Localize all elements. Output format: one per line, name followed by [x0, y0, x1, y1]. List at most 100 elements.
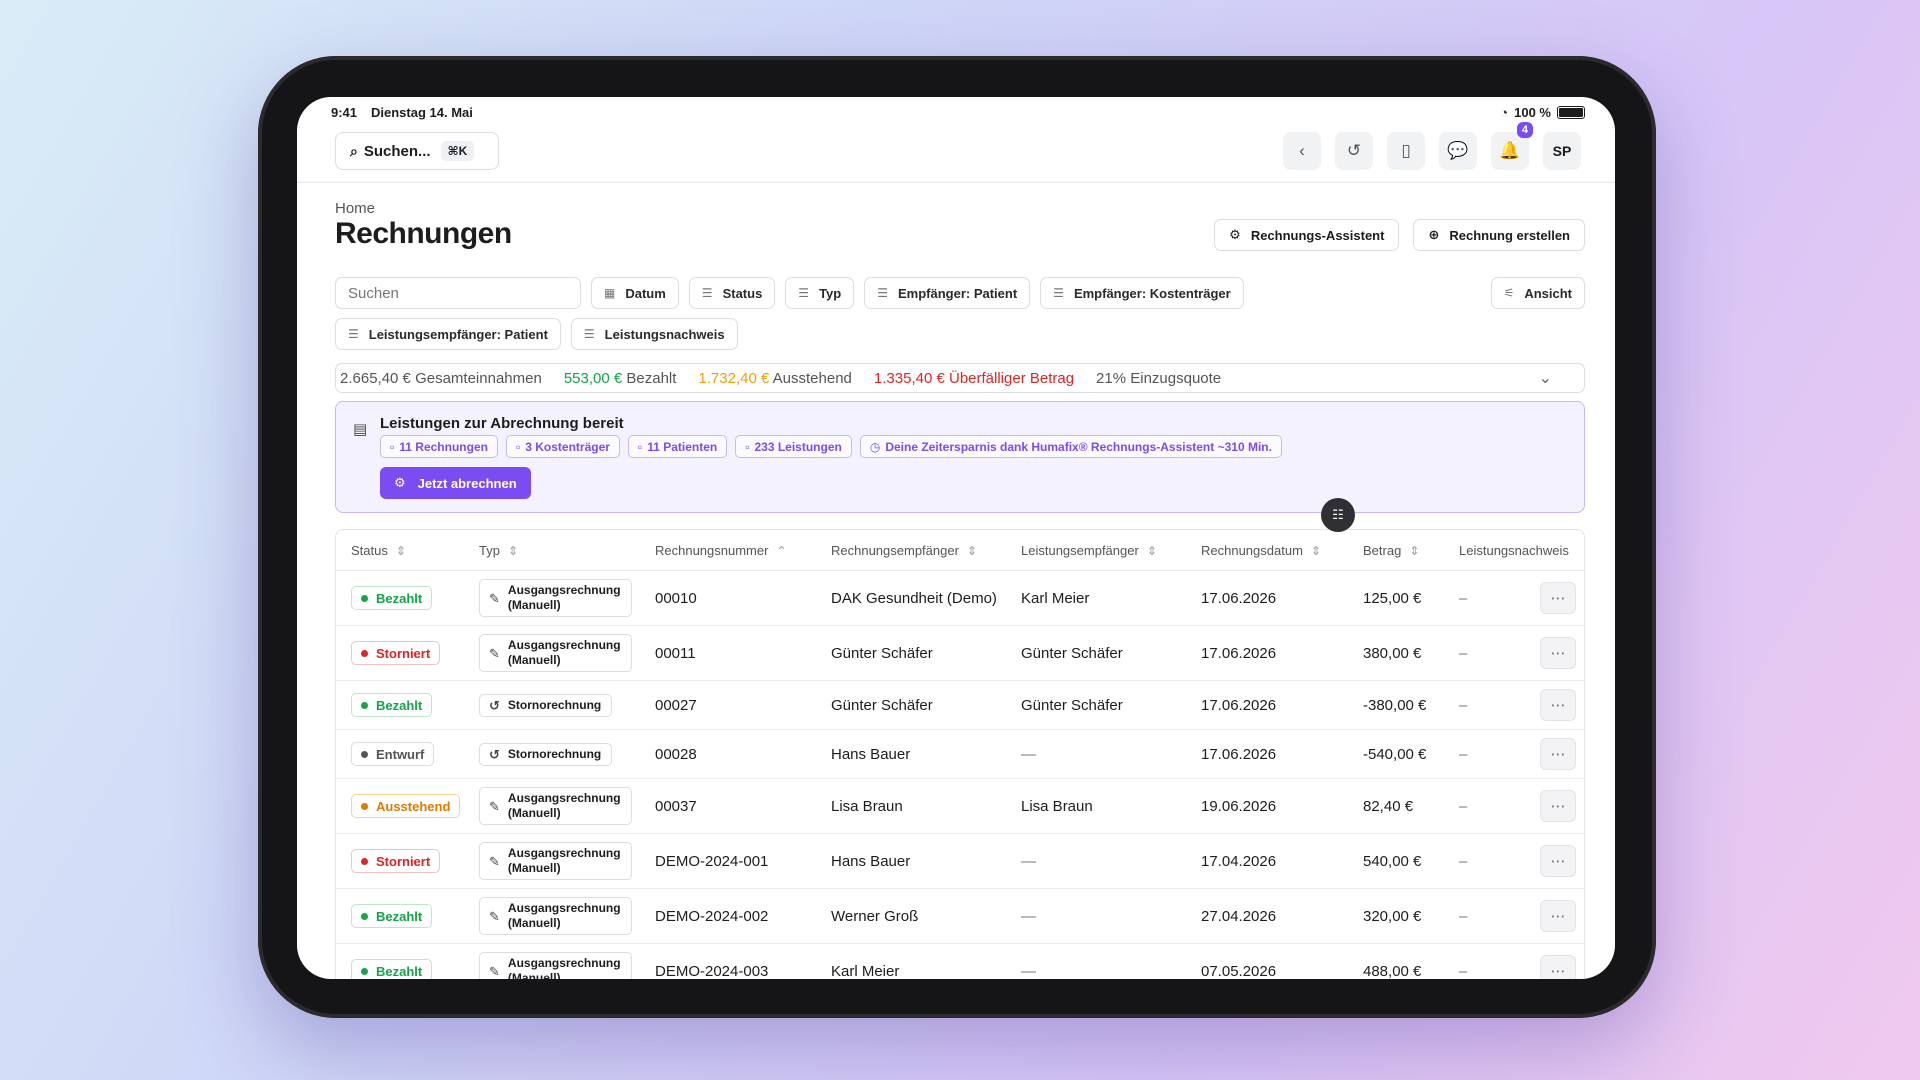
- back-button[interactable]: ‹: [1283, 132, 1321, 170]
- avatar[interactable]: SP: [1543, 132, 1581, 170]
- status-label: Bezahlt: [376, 590, 423, 606]
- type-label-line2: (Manuell): [507, 861, 561, 875]
- more-icon: ⋯: [1550, 590, 1566, 607]
- invoice-assistant-button[interactable]: ⚙ Rechnungs-Assistent: [1214, 219, 1400, 251]
- type-label: Stornorechnung: [508, 747, 601, 762]
- filter-status[interactable]: ☰ Status: [688, 277, 776, 309]
- invoice-date: 17.06.2026: [1201, 589, 1277, 607]
- row-actions-button[interactable]: ⋯: [1540, 845, 1576, 877]
- table-row[interactable]: Bezahlt ↺ Stornorechnung 00027 Günter Schäfe…: [336, 681, 1584, 730]
- filter-proof-of-service[interactable]: ☰ Leistungsnachweis: [570, 318, 738, 350]
- col-service-recipient[interactable]: Leistungsempfänger ⇕: [1006, 543, 1186, 558]
- sort-icon: ⇕: [395, 543, 406, 558]
- col-date-label: Rechnungsdatum: [1201, 542, 1303, 558]
- status-dot: [361, 649, 368, 657]
- paid-amount: 553,00 €: [563, 369, 623, 387]
- wifi-icon: ◔: [1500, 105, 1509, 120]
- tag-time-saved[interactable]: ◷ Deine Zeitersparnis dank Humafix® Rechn…: [859, 435, 1282, 458]
- status-badge: Storniert: [351, 849, 441, 873]
- table-row[interactable]: Storniert ✎ Ausgangsrechnung (Manuell) 00011…: [336, 626, 1584, 681]
- global-search-button[interactable]: ⌕ Suchen... ⌘K: [335, 132, 499, 170]
- filter-recipient-payer[interactable]: ☰ Empfänger: Kostenträger: [1040, 277, 1244, 309]
- status-dot: [361, 857, 368, 865]
- breadcrumb[interactable]: Home: [335, 200, 375, 217]
- row-actions-button[interactable]: ⋯: [1540, 790, 1576, 822]
- tag-payers[interactable]: ▫ 3 Kostenträger: [505, 435, 620, 458]
- type-badge: ✎ Ausgangsrechnung (Manuell): [479, 579, 632, 617]
- table-row[interactable]: Bezahlt ✎ Ausgangsrechnung (Manuell) 00010 DA…: [336, 571, 1584, 626]
- table-row[interactable]: Bezahlt ✎ Ausgangsrechnung (Manuell) DEMO-20…: [336, 889, 1584, 944]
- col-number[interactable]: Rechnungsnummer ⌃: [640, 543, 816, 558]
- service-recipient: —: [1021, 745, 1036, 763]
- col-amount-label: Betrag: [1363, 542, 1402, 558]
- col-status[interactable]: Status ⇕: [336, 543, 464, 558]
- status-dot: [361, 750, 368, 758]
- col-amount[interactable]: Betrag ⇕: [1348, 543, 1444, 558]
- row-actions-button[interactable]: ⋯: [1540, 738, 1576, 770]
- status-cell: Bezahlt: [336, 586, 464, 610]
- clock: 9:41: [331, 105, 358, 120]
- row-actions-button[interactable]: ⋯: [1540, 955, 1576, 979]
- type-label-line1: Ausgangsrechnung: [507, 956, 621, 970]
- col-date[interactable]: Rechnungsdatum ⇕: [1186, 543, 1348, 558]
- billing-ready-title: Leistungen zur Abrechnung bereit: [380, 415, 624, 432]
- filter-recipient-patient[interactable]: ☰ Empfänger: Patient: [864, 277, 1031, 309]
- type-cell: ✎ Ausgangsrechnung (Manuell): [464, 787, 640, 825]
- status-label: Entwurf: [376, 746, 425, 762]
- sort-up-icon: ⌃: [776, 543, 787, 558]
- tag-invoices[interactable]: ▫ 11 Rechnungen: [380, 435, 498, 458]
- robot-icon: ⚙: [394, 475, 406, 490]
- table-row[interactable]: Bezahlt ✎ Ausgangsrechnung (Manuell) DEMO-20…: [336, 944, 1584, 979]
- calendar-icon: ▦: [604, 286, 616, 300]
- invoice-number[interactable]: 00010: [640, 590, 816, 607]
- status-badge: Bezahlt: [351, 959, 433, 979]
- total-revenue: 2.665,40 € Gesamteinnahmen: [340, 369, 542, 387]
- refresh-button[interactable]: ↺: [1335, 132, 1373, 170]
- more-icon: ⋯: [1550, 963, 1566, 979]
- notifications-button[interactable]: 🔔 4: [1491, 122, 1533, 170]
- type-label-line1: Ausgangsrechnung: [507, 583, 621, 597]
- filter-service-recipient[interactable]: ☰ Leistungsempfänger: Patient: [335, 318, 561, 350]
- filter-type[interactable]: ☰ Typ: [785, 277, 855, 309]
- tag-services[interactable]: ▫ 233 Leistungen: [735, 435, 852, 458]
- table-search-input[interactable]: Suchen: [335, 277, 581, 309]
- chat-button[interactable]: 💬: [1439, 132, 1477, 170]
- status-badge: Bezahlt: [351, 693, 433, 717]
- status-badge: Ausstehend: [351, 794, 461, 818]
- bill-now-button[interactable]: ⚙ Jetzt abrechnen: [380, 467, 531, 499]
- bookmark-button[interactable]: ▯: [1387, 132, 1425, 170]
- type-label: Ausgangsrechnung (Manuell): [508, 638, 621, 668]
- invoice-recipient: Werner Groß: [831, 907, 919, 925]
- summary-bar[interactable]: 2.665,40 € Gesamteinnahmen 553,00 € Beza…: [335, 363, 1585, 393]
- shortcut-hint: ⌘K: [440, 141, 475, 161]
- row-actions-button[interactable]: ⋯: [1540, 582, 1576, 614]
- table-row[interactable]: Storniert ✎ Ausgangsrechnung (Manuell) DEMO-…: [336, 834, 1584, 889]
- invoice-number[interactable]: 00037: [640, 798, 816, 815]
- filter-date[interactable]: ▦ Datum: [591, 277, 679, 309]
- col-type[interactable]: Typ ⇕: [464, 543, 640, 558]
- tag-patients[interactable]: ▫ 11 Patienten: [627, 435, 728, 458]
- col-recipient[interactable]: Rechnungsempfänger ⇕: [816, 543, 1006, 558]
- row-actions-button[interactable]: ⋯: [1540, 689, 1576, 721]
- chevron-left-icon: ‹: [1299, 141, 1305, 160]
- row-actions-button[interactable]: ⋯: [1540, 637, 1576, 669]
- view-button[interactable]: ⚟ Ansicht: [1490, 277, 1585, 309]
- table-row[interactable]: Entwurf ↺ Stornorechnung 00028 Hans Bauer — 17…: [336, 730, 1584, 779]
- pending-label: Ausstehend: [772, 369, 852, 387]
- status-badge: Entwurf: [351, 742, 435, 766]
- row-actions-button[interactable]: ⋯: [1540, 900, 1576, 932]
- invoice-number[interactable]: 00027: [640, 697, 816, 714]
- invoice-number[interactable]: DEMO-2024-002: [640, 908, 816, 925]
- status-label: Bezahlt: [376, 963, 423, 979]
- invoice-number[interactable]: DEMO-2024-001: [640, 853, 816, 870]
- filter-recipient-patient-label: Empfänger: Patient: [897, 285, 1018, 301]
- create-invoice-button[interactable]: ⊕ Rechnung erstellen: [1413, 219, 1585, 251]
- chevron-down-icon[interactable]: ⌄: [1539, 368, 1552, 388]
- invoice-number[interactable]: DEMO-2024-003: [640, 963, 816, 980]
- floating-action-button[interactable]: ☷: [1321, 498, 1355, 532]
- invoice-number[interactable]: 00028: [640, 746, 816, 763]
- col-proof[interactable]: Leistungsnachweis: [1444, 543, 1584, 558]
- invoice-number[interactable]: 00011: [640, 645, 816, 662]
- table-row[interactable]: Ausstehend ✎ Ausgangsrechnung (Manuell) 0003…: [336, 779, 1584, 834]
- battery-level: 100 %: [1514, 105, 1551, 120]
